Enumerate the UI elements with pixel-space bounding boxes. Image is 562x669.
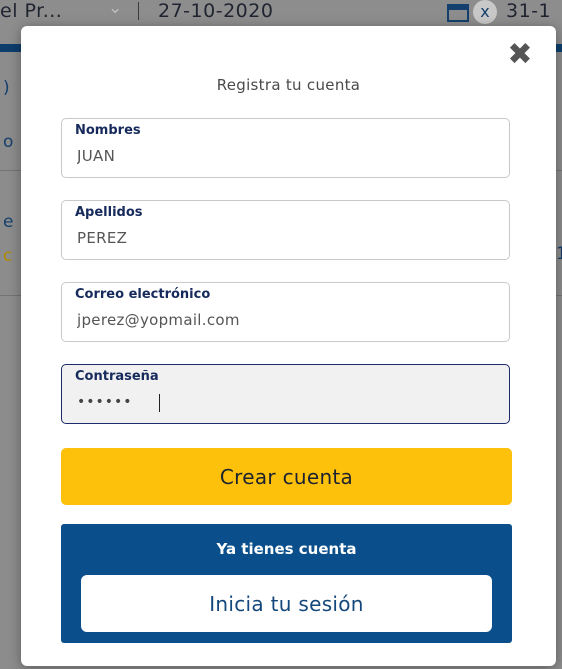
background-edge-glyph: ) (3, 78, 10, 98)
close-icon[interactable]: ✖ (507, 40, 533, 70)
background-separator (138, 2, 139, 20)
background-edge-glyph: c (3, 246, 13, 266)
chevron-down-icon: ⌄ (108, 0, 123, 18)
login-button[interactable]: Inicia tu sesión (81, 575, 492, 632)
calendar-icon (447, 4, 469, 22)
background-date-to: 31-1 (506, 0, 552, 22)
field-label: Contraseña (75, 369, 159, 384)
email-input[interactable] (77, 308, 492, 332)
login-panel: Ya tienes cuenta Inicia tu sesión (61, 524, 512, 643)
background-date-from: 27-10-2020 (158, 0, 274, 22)
password-field[interactable]: Contraseña (61, 364, 510, 424)
background-filter-text: el Pr... (0, 0, 63, 22)
password-input[interactable] (77, 390, 492, 414)
background-edge-glyph: e (3, 212, 14, 232)
clear-icon: x (473, 0, 497, 24)
field-label: Apellidos (75, 205, 143, 220)
text-caret (159, 394, 160, 412)
background-edge-glyph: o (3, 132, 14, 152)
field-label: Correo electrónico (75, 287, 211, 302)
register-modal: ✖ Registra tu cuenta Nombres Apellidos C… (21, 26, 556, 666)
login-prompt: Ya tienes cuenta (216, 540, 357, 558)
create-account-button[interactable]: Crear cuenta (61, 448, 512, 505)
email-field[interactable]: Correo electrónico (61, 282, 510, 342)
field-label: Nombres (75, 123, 141, 138)
apellidos-field[interactable]: Apellidos (61, 200, 510, 260)
nombres-input[interactable] (77, 144, 492, 168)
background-edge-glyph: 1 (556, 244, 562, 264)
apellidos-input[interactable] (77, 226, 492, 250)
modal-title: Registra tu cuenta (216, 76, 361, 94)
nombres-field[interactable]: Nombres (61, 118, 510, 178)
